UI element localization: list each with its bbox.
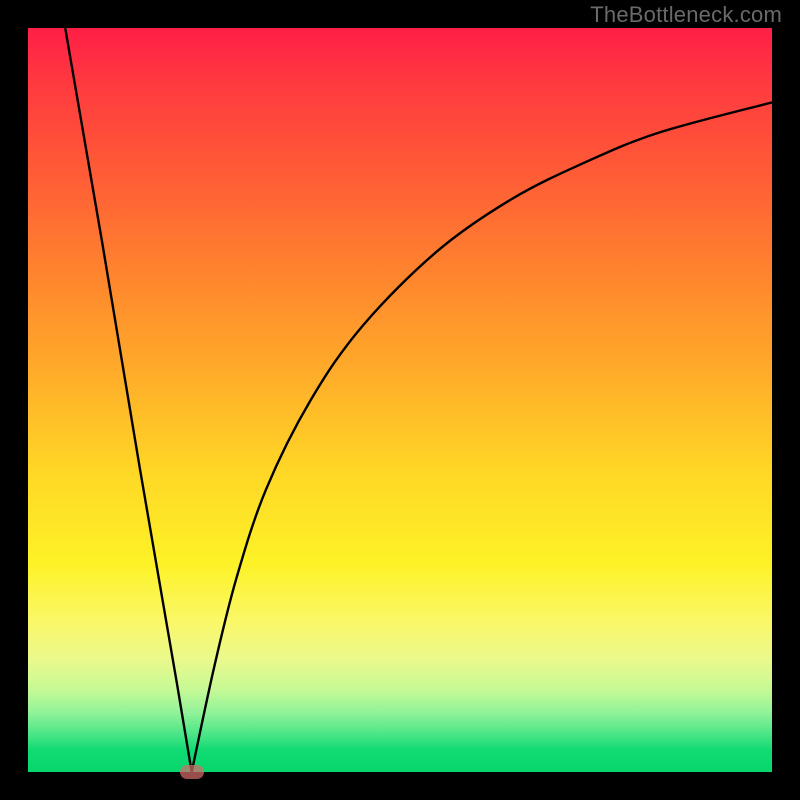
plot-area [28, 28, 772, 772]
bottleneck-curve [28, 28, 772, 772]
minimum-marker [180, 765, 204, 779]
watermark-text: TheBottleneck.com [590, 2, 782, 28]
chart-frame: TheBottleneck.com [0, 0, 800, 800]
